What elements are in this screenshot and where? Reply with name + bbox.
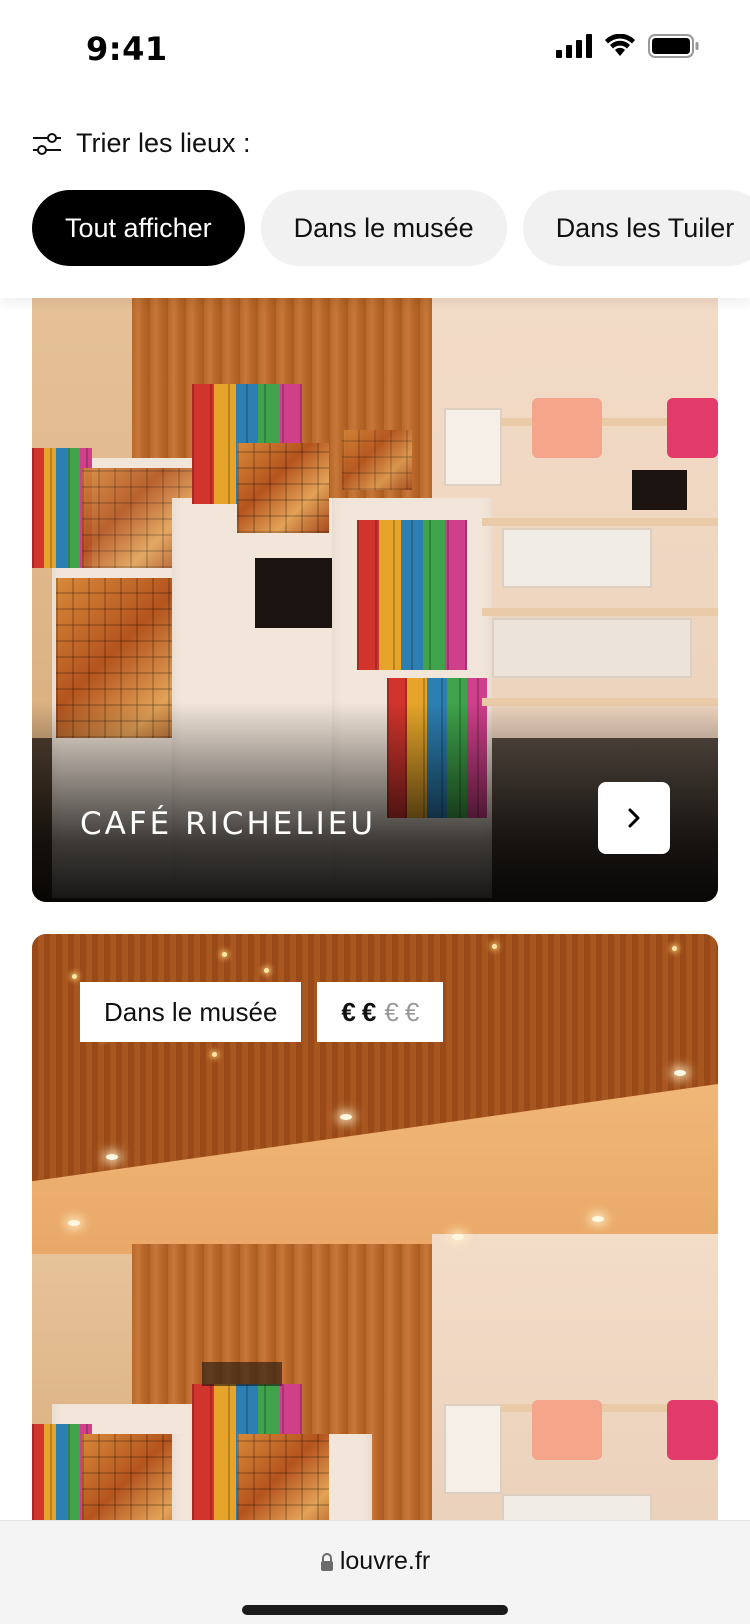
chip-show-all[interactable]: Tout afficher [32, 190, 245, 266]
location-badge: Dans le musée [80, 982, 302, 1042]
price-badge: € € € € [317, 982, 444, 1042]
url-display[interactable]: louvre.fr [0, 1547, 750, 1576]
price-level-filled: € [341, 996, 356, 1027]
card-open-button[interactable] [598, 782, 670, 854]
lock-icon [320, 1552, 333, 1571]
price-level-filled: € [361, 996, 377, 1027]
card-badges: Dans le musée € € € € [80, 982, 444, 1042]
chip-in-museum[interactable]: Dans le musée [260, 190, 507, 266]
card-title: CAFÉ RICHELIEU [80, 806, 377, 842]
status-icons [556, 34, 700, 58]
sliders-icon [33, 132, 61, 155]
sort-label: Trier les lieux : [76, 128, 251, 158]
home-indicator [242, 1605, 508, 1615]
sort-row: Trier les lieux : [32, 128, 251, 159]
battery-icon [648, 34, 699, 58]
price-level-empty: € [404, 996, 420, 1027]
browser-url-bar[interactable]: louvre.fr [0, 1520, 750, 1624]
chevron-right-icon [628, 808, 640, 828]
place-card[interactable]: Dans le musée € € € € [32, 934, 718, 1554]
status-bar: 9:41 [0, 0, 750, 100]
wifi-icon [605, 34, 635, 56]
chip-in-tuileries[interactable]: Dans les Tuiler [522, 190, 750, 266]
sort-header: Trier les lieux : Tout afficher Dans le … [0, 100, 750, 298]
price-level-empty: € [384, 996, 399, 1027]
status-time: 9:41 [86, 30, 168, 68]
url-text: louvre.fr [339, 1547, 431, 1575]
place-card-cafe-richelieu[interactable]: CAFÉ RICHELIEU [32, 258, 718, 902]
filter-chips: Tout afficher Dans le musée Dans les Tui… [32, 190, 750, 266]
cellular-signal-icon [556, 34, 592, 58]
